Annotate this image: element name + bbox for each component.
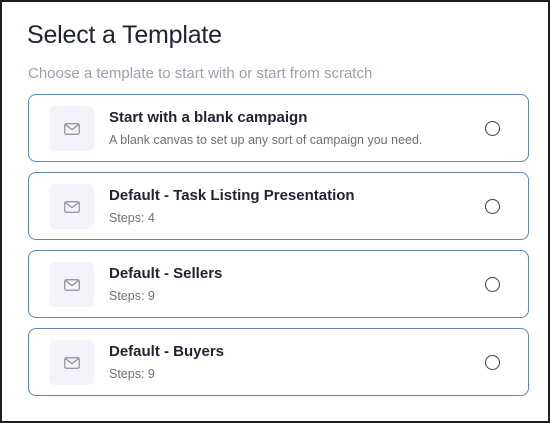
- template-title: Default - Sellers: [109, 265, 223, 282]
- dialog-subtitle: Choose a template to start with or start…: [28, 65, 373, 82]
- envelope-icon: [49, 262, 94, 307]
- envelope-icon: [49, 106, 94, 151]
- template-title: Default - Task Listing Presentation: [109, 187, 355, 204]
- envelope-icon: [49, 340, 94, 385]
- dialog-title: Select a Template: [27, 21, 222, 49]
- template-card-sellers[interactable]: Default - Sellers Steps: 9: [28, 250, 529, 318]
- template-radio[interactable]: [485, 199, 500, 214]
- template-title: Start with a blank campaign: [109, 109, 308, 126]
- template-steps: Steps: 9: [109, 289, 155, 303]
- template-card-blank[interactable]: Start with a blank campaign A blank canv…: [28, 94, 529, 162]
- template-steps: Steps: 4: [109, 211, 155, 225]
- template-description: A blank canvas to set up any sort of cam…: [109, 133, 423, 147]
- template-card-task-listing[interactable]: Default - Task Listing Presentation Step…: [28, 172, 529, 240]
- envelope-icon: [49, 184, 94, 229]
- template-card-buyers[interactable]: Default - Buyers Steps: 9: [28, 328, 529, 396]
- template-radio[interactable]: [485, 277, 500, 292]
- template-radio[interactable]: [485, 355, 500, 370]
- template-list: Start with a blank campaign A blank canv…: [28, 94, 529, 406]
- template-radio[interactable]: [485, 121, 500, 136]
- template-dialog: Select a Template Choose a template to s…: [0, 0, 550, 423]
- template-steps: Steps: 9: [109, 367, 155, 381]
- template-title: Default - Buyers: [109, 343, 225, 360]
